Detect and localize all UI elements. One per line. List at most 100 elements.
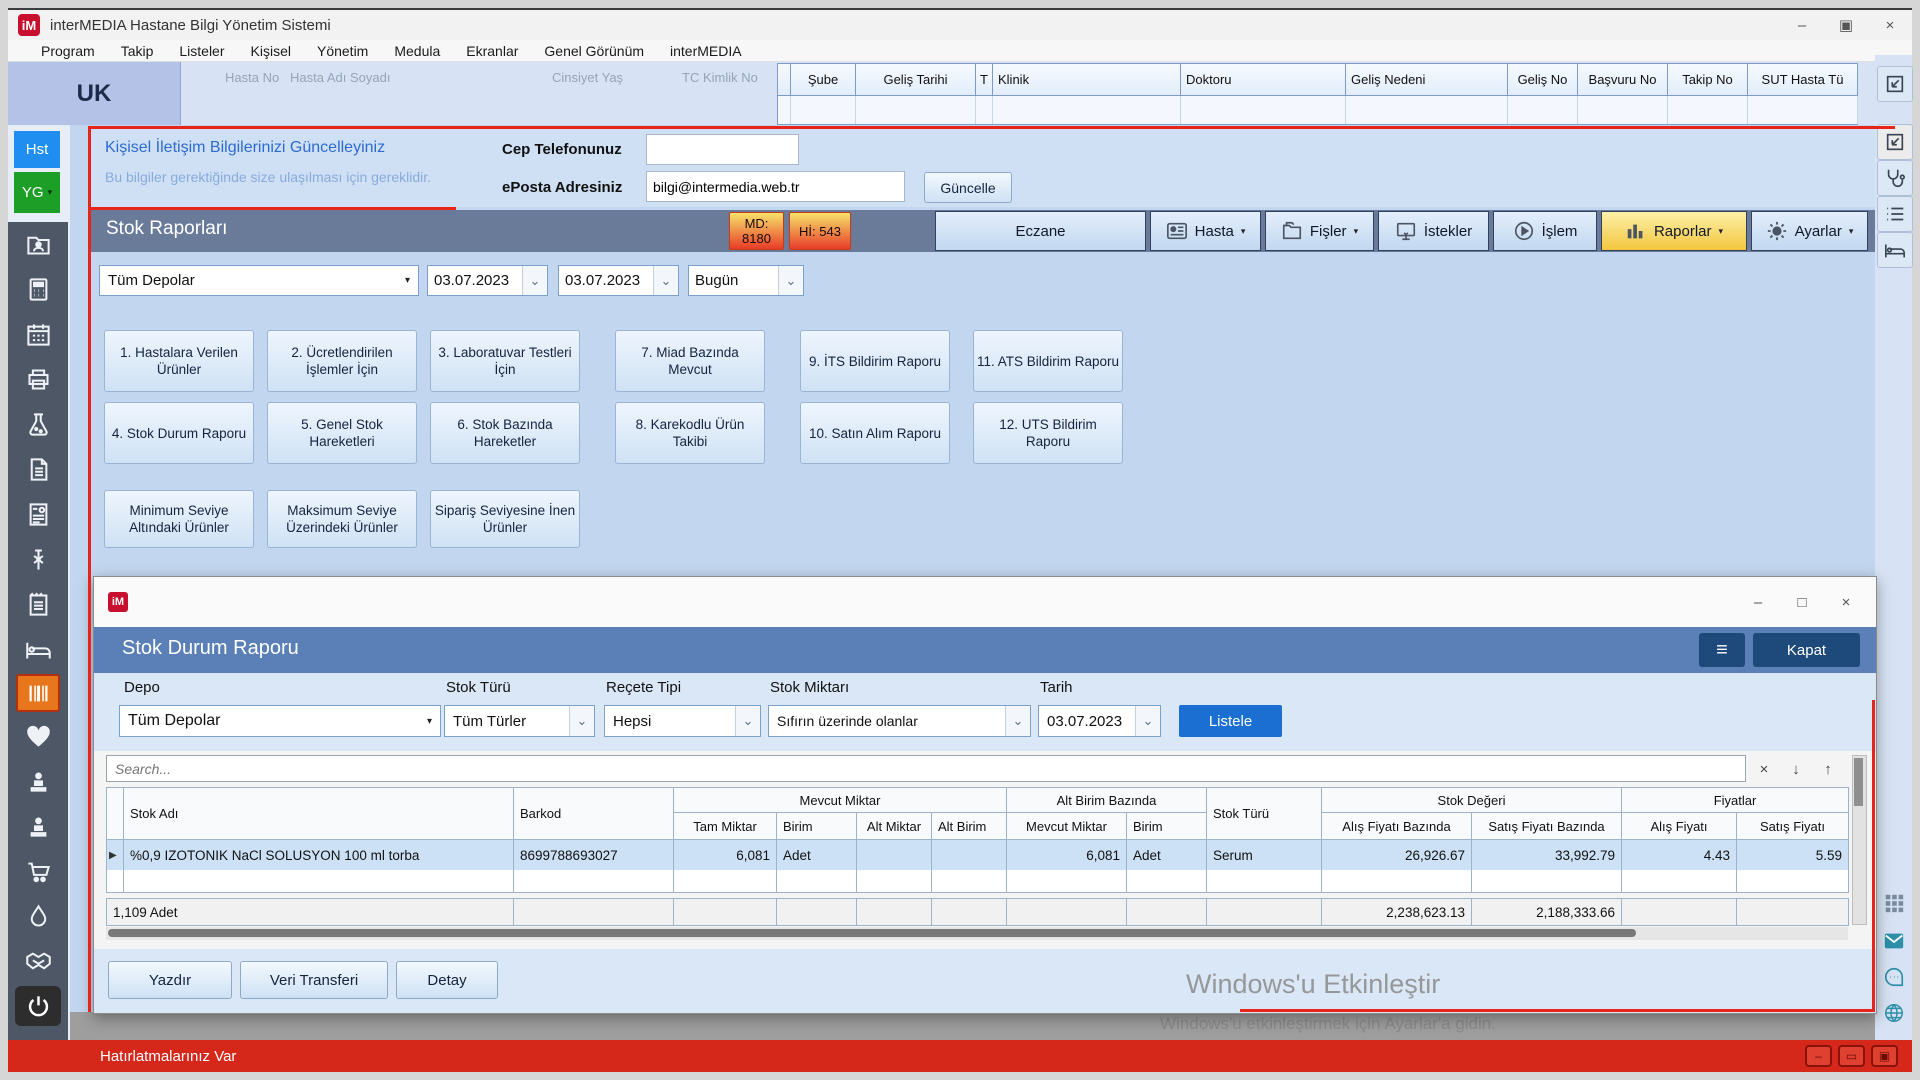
window-minimize-button[interactable]: – xyxy=(1780,11,1824,39)
table-search-input[interactable] xyxy=(106,755,1746,782)
email-input[interactable] xyxy=(646,171,905,202)
modal-tarih-select[interactable]: 03.07.2023 ⌄ xyxy=(1038,705,1161,737)
modal-close-button[interactable]: × xyxy=(1824,588,1868,616)
stethoscope-icon[interactable] xyxy=(1877,160,1913,196)
search-down-icon[interactable]: ↓ xyxy=(1782,757,1810,781)
modal-stok-turu-select[interactable]: Tüm Türler ⌄ xyxy=(444,705,595,737)
mail-icon[interactable] xyxy=(1877,924,1911,958)
yazdir-button[interactable]: Yazdır xyxy=(108,961,232,999)
horizontal-scroll-thumb[interactable] xyxy=(108,929,1636,937)
hasta-button[interactable]: Hasta ▾ xyxy=(1150,211,1261,251)
report-button-8[interactable]: 8. Karekodlu Ürün Takibi xyxy=(615,402,765,464)
report-button-3[interactable]: 3. Laboratuvar Testleri İçin xyxy=(430,330,580,392)
alis-bazinda-header[interactable]: Alış Fiyatı Bazında xyxy=(1322,813,1472,840)
report-button-4[interactable]: 4. Stok Durum Raporu xyxy=(104,402,254,464)
window-restore-button[interactable]: ▣ xyxy=(1824,11,1868,39)
update-button[interactable]: Güncelle xyxy=(924,172,1012,203)
chat-icon[interactable] xyxy=(1877,960,1911,994)
window-close-button[interactable]: × xyxy=(1868,11,1912,39)
menu-takip[interactable]: Takip xyxy=(108,43,167,59)
power-icon[interactable] xyxy=(15,986,61,1026)
report-button-7[interactable]: 7. Miad Bazında Mevcut xyxy=(615,330,765,392)
menu-listeler[interactable]: Listeler xyxy=(166,43,237,59)
listele-button[interactable]: Listele xyxy=(1179,705,1282,737)
cart-icon[interactable] xyxy=(8,849,68,894)
report-button-max-seviye[interactable]: Maksimum Seviye Üzerindeki Ürünler xyxy=(267,490,417,548)
mevcut-miktar2-header[interactable]: Mevcut Miktar xyxy=(1007,813,1127,840)
menu-kisisel[interactable]: Kişisel xyxy=(238,43,304,59)
depot-select[interactable]: Tüm Depolar ▾ xyxy=(99,265,419,296)
menu-genel-gorunum[interactable]: Genel Görünüm xyxy=(531,43,657,59)
records-icon[interactable] xyxy=(8,222,68,267)
reminder-text[interactable]: Hatırlatmalarınız Var xyxy=(100,1048,236,1065)
barkod-header[interactable]: Barkod xyxy=(514,788,674,840)
bed-icon[interactable] xyxy=(8,627,68,672)
report-button-12[interactable]: 12. UTS Bildirim Raporu xyxy=(973,402,1123,464)
apps-grid-icon[interactable] xyxy=(1877,886,1911,920)
yg-tab-button[interactable]: YG ▾ xyxy=(14,172,60,213)
phone-input[interactable] xyxy=(646,134,799,165)
globe-icon[interactable] xyxy=(1877,996,1911,1030)
modal-recete-select[interactable]: Hepsi ⌄ xyxy=(604,705,761,737)
raporlar-button[interactable]: Raporlar ▾ xyxy=(1601,211,1747,251)
report-button-2[interactable]: 2. Ücretlendirilen İşlemler İçin xyxy=(267,330,417,392)
eczane-button[interactable]: Eczane xyxy=(935,211,1146,251)
range-select[interactable]: Bugün ⌄ xyxy=(688,265,804,296)
report-button-10[interactable]: 10. Satın Alım Raporu xyxy=(800,402,950,464)
reminder-restore-icon[interactable]: ▭ xyxy=(1838,1045,1865,1067)
notes-icon[interactable] xyxy=(8,582,68,627)
modal-maximize-button[interactable]: □ xyxy=(1780,588,1824,616)
reminder-minimize-icon[interactable]: – xyxy=(1805,1045,1832,1067)
menu-intermedia[interactable]: interMEDIA xyxy=(657,43,755,59)
bed2-icon[interactable] xyxy=(1877,232,1913,268)
report-button-5[interactable]: 5. Genel Stok Hareketleri xyxy=(267,402,417,464)
modal-depo-select[interactable]: Tüm Depolar ▾ xyxy=(119,705,441,737)
lab-flask-icon[interactable] xyxy=(8,402,68,447)
search-clear-icon[interactable]: × xyxy=(1750,757,1778,781)
menu-medula[interactable]: Medula xyxy=(381,43,453,59)
stok-adi-header[interactable]: Stok Adı xyxy=(124,788,514,840)
table-horizontal-scrollbar[interactable] xyxy=(106,927,1848,940)
search-up-icon[interactable]: ↑ xyxy=(1814,757,1842,781)
kapat-button[interactable]: Kapat xyxy=(1753,633,1860,667)
ayarlar-button[interactable]: Ayarlar ▾ xyxy=(1751,211,1868,251)
hasta-no-label[interactable]: Hasta No xyxy=(225,70,279,85)
stok-turu-header[interactable]: Stok Türü xyxy=(1207,788,1322,840)
menu-program[interactable]: Program xyxy=(28,43,108,59)
modal-minimize-button[interactable]: – xyxy=(1736,588,1780,616)
date-end-select[interactable]: 03.07.2023 ⌄ xyxy=(558,265,679,296)
barcode-icon[interactable] xyxy=(16,674,60,712)
islem-button[interactable]: İşlem xyxy=(1493,211,1597,251)
report-button-11[interactable]: 11. ATS Bildirim Raporu xyxy=(973,330,1123,392)
reception2-icon[interactable] xyxy=(8,804,68,849)
caduceus-icon[interactable] xyxy=(8,537,68,582)
modal-menu-button[interactable]: ≡ xyxy=(1699,633,1745,667)
fisler-button[interactable]: Fişler ▾ xyxy=(1265,211,1374,251)
birim-header[interactable]: Birim xyxy=(777,813,857,840)
hst-tab-button[interactable]: Hst xyxy=(14,131,60,168)
vertical-scroll-thumb[interactable] xyxy=(1854,758,1863,806)
veri-transferi-button[interactable]: Veri Transferi xyxy=(240,961,388,999)
handshake-icon[interactable] xyxy=(8,939,68,984)
alt-birim-header[interactable]: Alt Birim xyxy=(932,813,1007,840)
report-button-6[interactable]: 6. Stok Bazında Hareketler xyxy=(430,402,580,464)
satis-bazinda-header[interactable]: Satış Fiyatı Bazında xyxy=(1472,813,1622,840)
table-vertical-scrollbar[interactable] xyxy=(1852,755,1867,925)
reception-icon[interactable] xyxy=(8,759,68,804)
tam-miktar-header[interactable]: Tam Miktar xyxy=(674,813,777,840)
alt-miktar-header[interactable]: Alt Miktar xyxy=(857,813,932,840)
md-badge[interactable]: MD: 8180 xyxy=(729,212,784,250)
table-row[interactable]: ▶ %0,9 IZOTONIK NaCl SOLUSYON 100 ml tor… xyxy=(106,840,1849,871)
expand2-icon[interactable] xyxy=(1877,124,1913,160)
alis-fiyati-header[interactable]: Alış Fiyatı xyxy=(1622,813,1737,840)
hi-badge[interactable]: Hİ: 543 xyxy=(789,212,851,250)
list-icon[interactable] xyxy=(1877,196,1913,232)
date-start-select[interactable]: 03.07.2023 ⌄ xyxy=(427,265,548,296)
report-button-min-seviye[interactable]: Minimum Seviye Altındaki Ürünler xyxy=(104,490,254,548)
menu-yonetim[interactable]: Yönetim xyxy=(304,43,381,59)
tc-kimlik-label[interactable]: TC Kimlik No xyxy=(682,70,758,85)
menu-ekranlar[interactable]: Ekranlar xyxy=(453,43,531,59)
patient-card-icon[interactable] xyxy=(8,492,68,537)
blood-drop-icon[interactable] xyxy=(8,894,68,939)
detay-button[interactable]: Detay xyxy=(396,961,498,999)
